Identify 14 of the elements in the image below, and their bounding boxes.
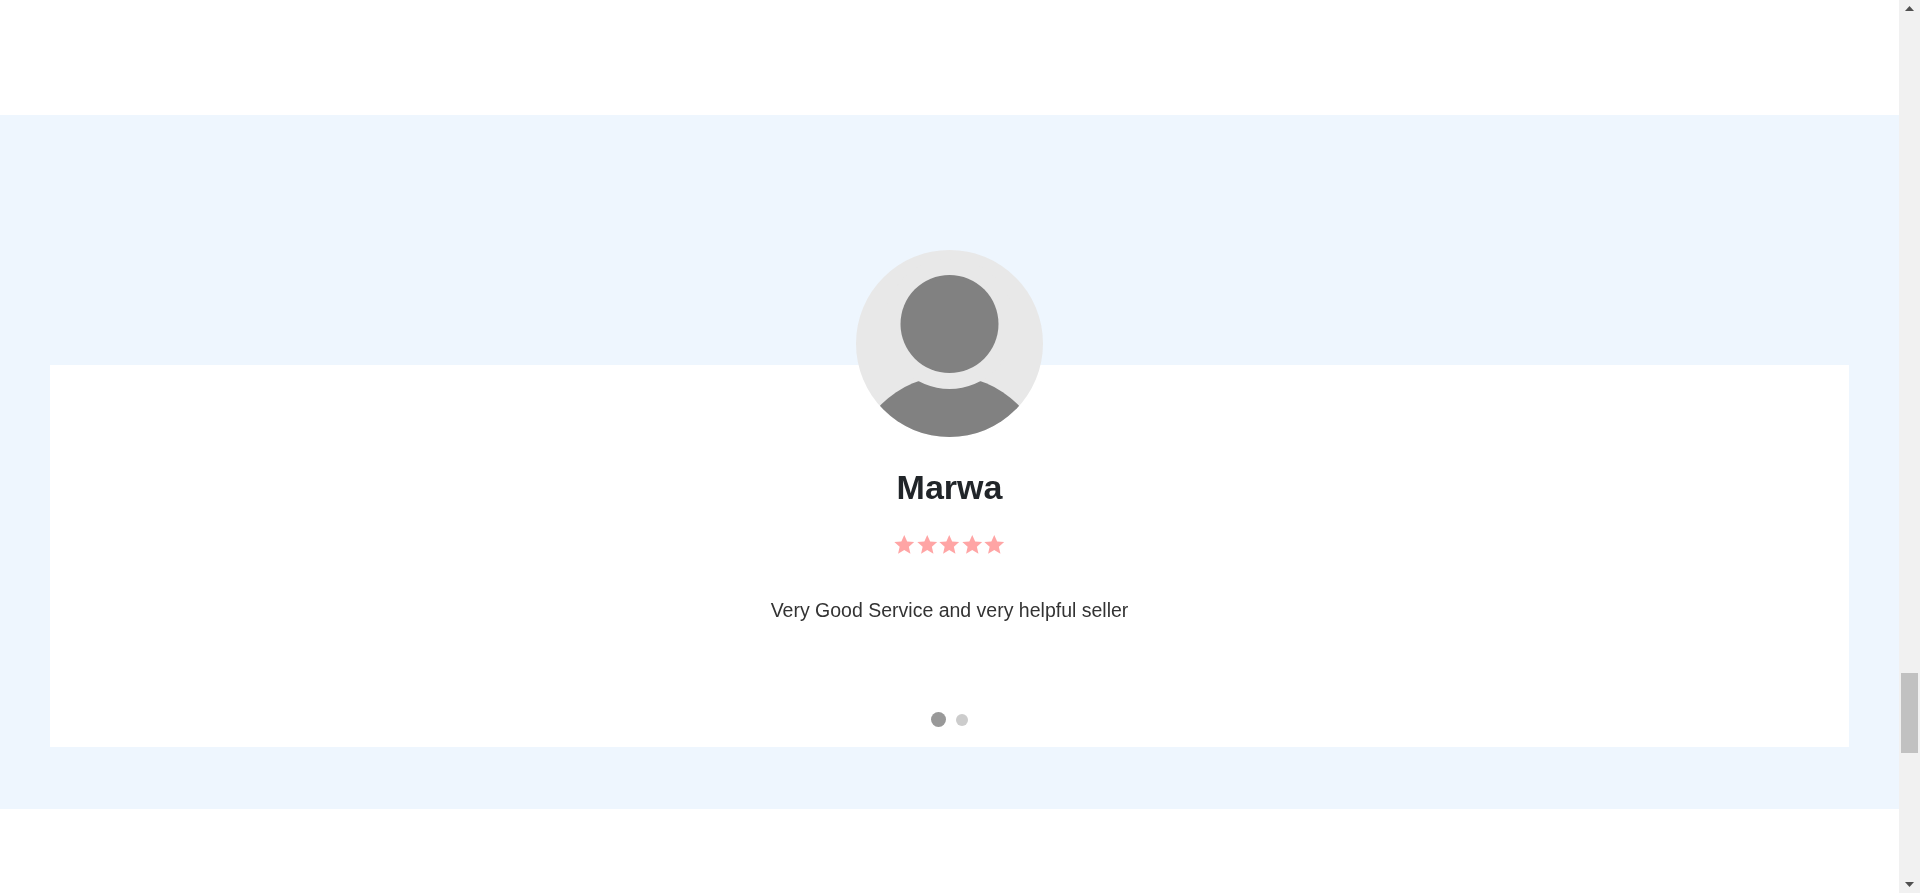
star-icon (938, 534, 961, 556)
star-icon (893, 534, 916, 556)
user-silhouette-icon (856, 250, 1043, 437)
star-icon (983, 534, 1006, 556)
scroll-down-arrow-icon[interactable] (1905, 882, 1914, 887)
carousel-dot[interactable] (931, 712, 946, 727)
reviewer-name: Marwa (896, 468, 1003, 506)
scroll-up-arrow-icon[interactable] (1905, 6, 1914, 11)
review-text: Very Good Service and very helpful seller (770, 598, 1129, 623)
star-icon (960, 534, 984, 556)
carousel-dot[interactable] (956, 713, 968, 726)
star-icon (915, 534, 939, 556)
scrollbar-track[interactable] (1899, 0, 1920, 893)
scrollbar-thumb[interactable] (1901, 673, 1918, 753)
